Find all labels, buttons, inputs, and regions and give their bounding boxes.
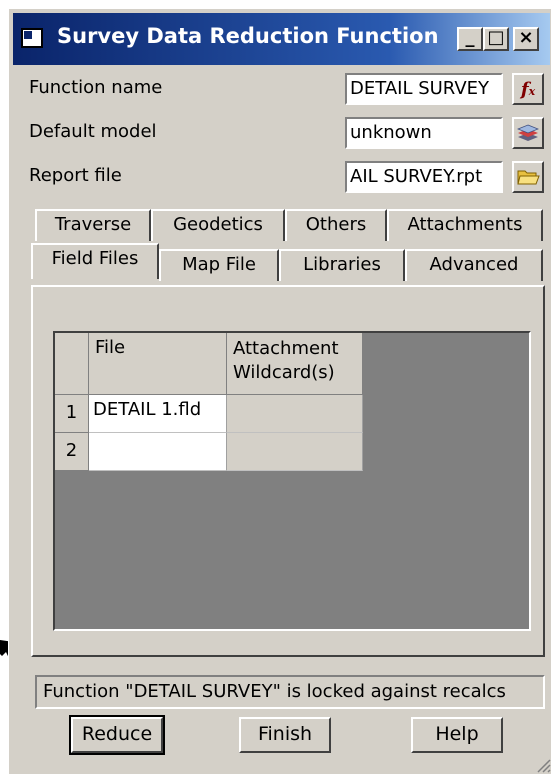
layers-icon [517, 124, 539, 141]
table-cell-wildcard[interactable] [227, 433, 363, 471]
browse-button[interactable] [512, 161, 544, 193]
resize-grip-icon[interactable] [535, 757, 551, 773]
tab-libraries[interactable]: Libraries [279, 249, 405, 281]
reduce-button[interactable]: Reduce [69, 715, 165, 755]
tab-geodetics[interactable]: Geodetics [151, 209, 285, 241]
window-title: Survey Data Reduction Function [57, 24, 439, 48]
tab-others[interactable]: Others [285, 209, 387, 241]
report-file-field[interactable]: AIL SURVEY.rpt [345, 161, 503, 193]
tab-traverse[interactable]: Traverse [35, 209, 151, 241]
tab-attachments[interactable]: Attachments [387, 209, 543, 241]
folder-icon [517, 170, 540, 185]
default-model-field[interactable]: unknown [345, 117, 503, 149]
table-cell-file[interactable] [89, 433, 227, 471]
row-number[interactable]: 2 [55, 433, 89, 471]
column-header-wildcard[interactable]: Attachment Wildcard(s) [227, 333, 363, 395]
maximize-button[interactable]: □ [483, 27, 509, 51]
dialog-window: Survey Data Reduction Function _ □ × Fun… [8, 8, 551, 774]
help-button[interactable]: Help [411, 717, 503, 753]
table-cell-file[interactable]: DETAIL 1.fld [89, 395, 227, 433]
report-file-label: Report file [29, 165, 122, 186]
minimize-button[interactable]: _ [457, 27, 483, 51]
finish-button[interactable]: Finish [239, 717, 331, 753]
default-model-label: Default model [29, 121, 157, 142]
close-button[interactable]: × [513, 27, 539, 51]
column-header-file[interactable]: File [89, 333, 227, 395]
row-number[interactable]: 1 [55, 395, 89, 433]
table-cell-wildcard[interactable] [227, 395, 363, 433]
model-select-button[interactable] [512, 117, 544, 149]
function-name-label: Function name [29, 77, 163, 98]
grid-corner [55, 333, 89, 395]
tab-field-files[interactable]: Field Files [31, 243, 159, 279]
app-icon [21, 28, 43, 48]
tab-advanced[interactable]: Advanced [405, 249, 543, 281]
field-files-grid[interactable]: File Attachment Wildcard(s) 1 DETAIL 1.f… [53, 331, 531, 631]
function-name-field[interactable]: DETAIL SURVEY [345, 73, 503, 105]
fx-icon: fx [520, 78, 536, 100]
status-bar: Function "DETAIL SURVEY" is locked again… [35, 675, 545, 709]
tab-map-file[interactable]: Map File [159, 249, 279, 281]
fx-button[interactable]: fx [512, 73, 544, 105]
title-bar[interactable]: Survey Data Reduction Function _ □ × [13, 13, 550, 65]
